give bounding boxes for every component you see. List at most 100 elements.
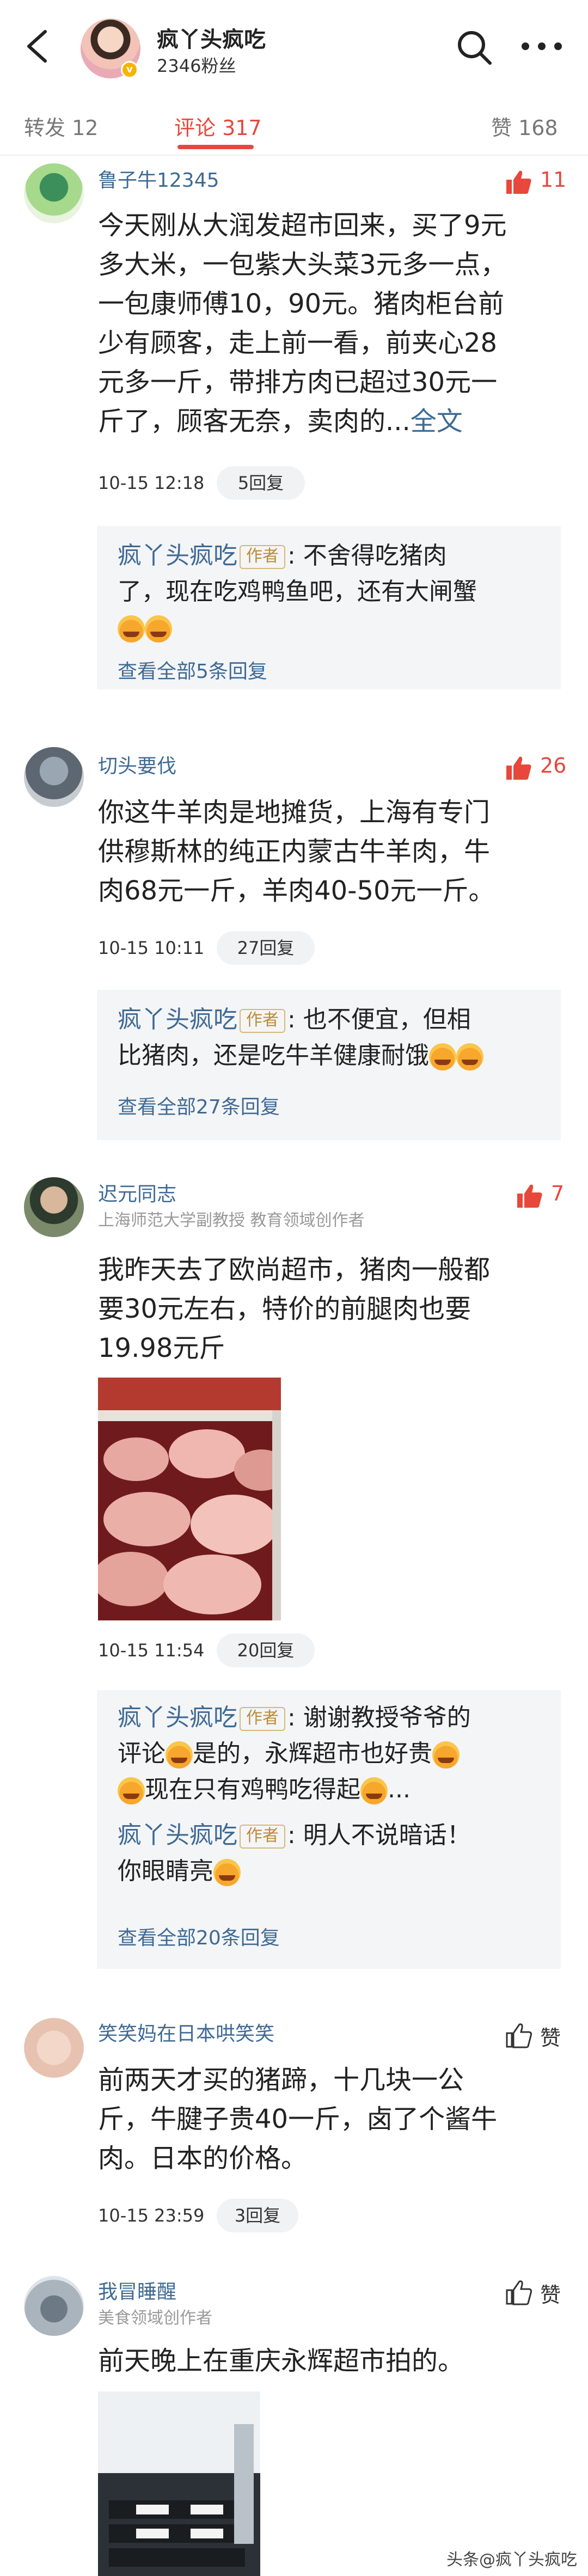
- reply-item: 疯丫头疯吃 作者: 明人不说暗话！ 你眼睛亮: [118, 1821, 471, 1886]
- like-button[interactable]: 11: [505, 167, 567, 199]
- top-bar: v 疯丫头疯吃 2346粉丝: [0, 0, 588, 96]
- comment-time: 10-15 11:54: [98, 1640, 205, 1661]
- comment-line: 肉68元一斤，羊肉40-50元一斤。: [98, 876, 495, 906]
- like-button[interactable]: 26: [505, 752, 567, 785]
- reply-count-button[interactable]: 5回复: [217, 466, 305, 500]
- tab-active-indicator: [177, 145, 254, 149]
- reply-count-button[interactable]: 27回复: [217, 931, 315, 965]
- comment-line: 要30元左右，特价的前腿肉也要: [98, 1294, 471, 1324]
- tab-repost[interactable]: 转发 12: [24, 111, 98, 141]
- tab-likes[interactable]: 赞 168: [491, 111, 558, 141]
- commenter-name[interactable]: 切头要伐: [98, 750, 176, 779]
- author-tag: 作者: [240, 1825, 285, 1849]
- thumbs-up-icon: [506, 2280, 532, 2305]
- reply-box: 疯丫头疯吃 作者: 谢谢教授爷爷的 评论 是的，永辉超市也好贵 现在只有鸡鸭吃得起.…: [97, 1690, 561, 1969]
- avatar[interactable]: [24, 2276, 84, 2336]
- commenter-name[interactable]: 笑笑妈在日本哄笑笑: [98, 2018, 274, 2046]
- full-text-link[interactable]: 全文: [411, 406, 463, 437]
- commenter-subtitle: 美食领域创作者: [98, 2309, 212, 2328]
- comment-text: 我昨天去了欧尚超市，猪肉一般都 要30元左右，特价的前腿肉也要 19.98元斤: [98, 1250, 588, 1368]
- reply-author[interactable]: 疯丫头疯吃: [118, 1704, 237, 1731]
- like-button[interactable]: 赞: [505, 2020, 565, 2053]
- crying-emoji-icon: [429, 1043, 456, 1070]
- crying-emoji-icon: [118, 1777, 145, 1804]
- view-all-replies-link[interactable]: 查看全部20条回复: [118, 1922, 280, 1950]
- grin-emoji-icon: [213, 1859, 241, 1886]
- comment-line: 少有顾客，走上前一看，前夹心28: [98, 328, 498, 358]
- thumbs-up-icon: [506, 2023, 532, 2048]
- comment-text: 前两天才买的猪蹄，十几块一公 斤，牛腱子贵40一斤，卤了个酱牛 肉。日本的价格。: [98, 2060, 588, 2178]
- avatar[interactable]: [24, 2018, 84, 2078]
- meat-counter-photo[interactable]: [98, 1378, 281, 1620]
- author-tag: 作者: [240, 1707, 285, 1731]
- avatar[interactable]: [24, 1177, 84, 1237]
- comment-line: 我昨天去了欧尚超市，猪肉一般都: [98, 1255, 491, 1285]
- reply-item: 疯丫头疯吃 作者: 也不便宜，但相 比猪肉，还是吃牛羊健康耐饿: [118, 1002, 548, 1074]
- like-count: 11: [540, 168, 567, 192]
- like-count: 26: [540, 754, 567, 778]
- reply-box: 疯丫头疯吃 作者: 不舍得吃猪肉 了，现在吃鸡鸭鱼吧，还有大闸蟹 查看全部5条回复: [97, 526, 561, 689]
- view-all-replies-link[interactable]: 查看全部27条回复: [118, 1091, 280, 1119]
- comment-line: 前两天才买的猪蹄，十几块一公: [98, 2065, 464, 2095]
- watermark: 头条@疯丫头疯吃: [446, 2550, 577, 2569]
- tongue-emoji-icon: [166, 1741, 193, 1769]
- page: { "header": { "author_name": "疯丫头疯吃", "f…: [0, 0, 588, 2576]
- v-badge-icon: v: [121, 61, 138, 78]
- comment-line: 多大米，一包紫大头菜3元多一点，: [98, 249, 507, 280]
- like-button[interactable]: 赞: [505, 2277, 565, 2310]
- comment-line: 19.98元斤: [98, 1333, 225, 1363]
- reply-author[interactable]: 疯丫头疯吃: [118, 1821, 237, 1849]
- reply-item: 疯丫头疯吃 作者: 不舍得吃猪肉 了，现在吃鸡鸭鱼吧，还有大闸蟹: [118, 538, 548, 646]
- reply-item: 疯丫头疯吃 作者: 谢谢教授爷爷的 评论 是的，永辉超市也好贵 现在只有鸡鸭吃得起.…: [118, 1704, 471, 1804]
- like-button[interactable]: 7: [516, 1180, 565, 1213]
- commenter-name[interactable]: 我冒睡醒: [98, 2276, 176, 2304]
- comment-line: 你这牛羊肉是地摊货，上海有专门: [98, 797, 491, 828]
- comment-line: 斤了，顾客无奈，卖肉的...全文: [98, 406, 463, 437]
- comment-text: 你这牛羊肉是地摊货，上海有专门 供穆斯林的纯正内蒙古牛羊肉，牛 肉68元一斤，羊…: [98, 793, 588, 910]
- more-icon[interactable]: [517, 33, 566, 60]
- thumbs-up-icon: [517, 1184, 542, 1208]
- comment-time: 10-15 23:59: [98, 2205, 205, 2226]
- commenter-subtitle: 上海师范大学副教授 教育领域创作者: [98, 1211, 365, 1230]
- crying-emoji-icon: [145, 615, 172, 643]
- like-count: 7: [551, 1182, 565, 1206]
- tab-comments[interactable]: 评论 317: [174, 111, 262, 141]
- comment-line: 一包康师傅10，90元。猪肉柜台前: [98, 289, 505, 319]
- crying-emoji-icon: [360, 1777, 388, 1804]
- author-name[interactable]: 疯丫头疯吃: [157, 22, 266, 53]
- reply-count-button[interactable]: 20回复: [217, 1633, 315, 1667]
- comment-time: 10-15 10:11: [98, 938, 205, 958]
- comment-time: 10-15 12:18: [98, 473, 205, 493]
- comment-line: 斤，牛腱子贵40一斤，卤了个酱牛: [98, 2104, 498, 2134]
- comment-line: 今天刚从大润发超市回来，买了9元: [98, 210, 507, 241]
- comment-text: 前天晚上在重庆永辉超市拍的。: [98, 2341, 588, 2381]
- crying-emoji-icon: [118, 615, 145, 643]
- thumbs-up-icon: [506, 756, 531, 780]
- grin-emoji-icon: [456, 1043, 483, 1070]
- commenter-name[interactable]: 鲁子牛12345: [98, 164, 219, 193]
- supermarket-price-photo[interactable]: [98, 2391, 260, 2576]
- avatar[interactable]: [24, 163, 84, 223]
- comment-line: 肉。日本的价格。: [98, 2143, 308, 2174]
- comment-line: 供穆斯林的纯正内蒙古牛羊肉，牛: [98, 836, 491, 867]
- like-label: 赞: [540, 2026, 561, 2050]
- comment-line: 元多一斤，带排方肉已超过30元一: [98, 367, 498, 397]
- author-fans: 2346粉丝: [157, 56, 236, 76]
- tab-bar: 转发 12 评论 317 赞 168: [0, 96, 588, 156]
- reply-count-button[interactable]: 3回复: [217, 2199, 298, 2232]
- reply-author[interactable]: 疯丫头疯吃: [118, 1006, 237, 1033]
- back-icon[interactable]: [21, 27, 53, 65]
- author-tag: 作者: [240, 545, 285, 569]
- author-tag: 作者: [240, 1009, 285, 1033]
- reply-box: 疯丫头疯吃 作者: 也不便宜，但相 比猪肉，还是吃牛羊健康耐饿 查看全部27条回复: [97, 990, 561, 1140]
- comment-text: 今天刚从大润发超市回来，买了9元 多大米，一包紫大头菜3元多一点， 一包康师傅1…: [98, 206, 588, 441]
- avatar[interactable]: [24, 747, 84, 807]
- reply-author[interactable]: 疯丫头疯吃: [118, 542, 237, 570]
- crying-emoji-icon: [432, 1741, 460, 1769]
- commenter-name[interactable]: 迟元同志: [98, 1178, 176, 1207]
- comment-line: 前天晚上在重庆永辉超市拍的。: [98, 2346, 464, 2376]
- like-label: 赞: [540, 2283, 561, 2307]
- search-icon[interactable]: [455, 28, 493, 66]
- thumbs-up-icon: [506, 170, 531, 194]
- view-all-replies-link[interactable]: 查看全部5条回复: [118, 656, 267, 684]
